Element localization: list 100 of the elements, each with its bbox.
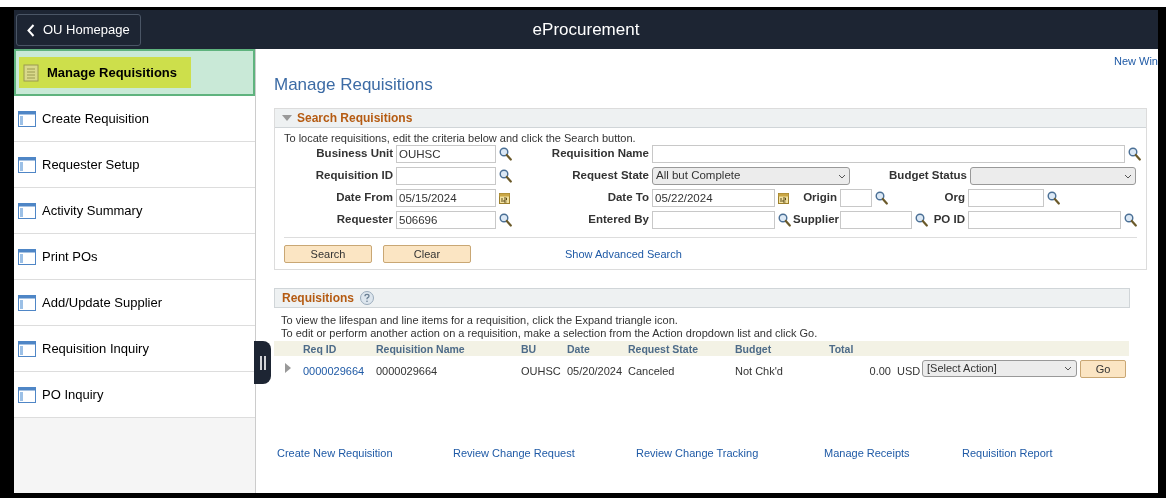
go-button[interactable]: Go [1080, 360, 1126, 378]
sidebar-label: PO Inquiry [42, 385, 104, 404]
triangle-down-icon [282, 114, 292, 122]
field-label: Org [943, 190, 966, 206]
calendar-icon[interactable] [499, 192, 510, 204]
instructions-text: To view the lifespan and line items for a requisition, click the Expand triangle icon. [281, 314, 679, 327]
field-label: Requester [335, 212, 394, 228]
section-header: Requisitions [274, 288, 1130, 308]
sidebar-item[interactable]: Manage Requisitions [14, 49, 255, 96]
sidebar-label: Create Requisition [42, 109, 149, 128]
collapse-handle[interactable] [254, 341, 271, 384]
footer-link[interactable]: Requisition Report [962, 445, 1082, 462]
date-field[interactable]: 05/22/2024 [652, 189, 775, 207]
column-header: Budget [735, 342, 772, 357]
search-button[interactable]: Search [284, 245, 372, 263]
input-field[interactable] [840, 189, 872, 207]
table-cell-text: USD [897, 364, 921, 379]
back-button[interactable]: OU Homepage [16, 14, 141, 46]
field-label: Date To [606, 190, 650, 206]
section-header[interactable]: Search Requisitions [275, 109, 1146, 128]
field-label: PO ID [932, 212, 966, 228]
column-header: Total [829, 342, 854, 357]
table-cell-text: 05/20/2024 [567, 364, 623, 379]
table-cell-text: Canceled [628, 364, 675, 379]
column-header: Req ID [303, 342, 337, 357]
highlighted-label: Manage Requisitions [19, 57, 192, 88]
window-icon [18, 340, 36, 357]
field-label: Date From [335, 190, 394, 206]
sidebar-item[interactable]: Activity Summary [14, 188, 255, 234]
footer-link[interactable]: Review Change Request [453, 445, 636, 462]
field-label: Budget Status [888, 168, 968, 184]
search-icon[interactable] [499, 169, 512, 183]
sidebar-item[interactable]: Requisition Inquiry [14, 326, 255, 372]
date-field[interactable]: 05/15/2024 [396, 189, 496, 207]
window-icon [18, 294, 36, 311]
sidebar-label: Activity Summary [42, 201, 143, 220]
column-header: Date [567, 342, 590, 357]
table-cell-text: Not Chk'd [735, 364, 783, 379]
page-title: Manage Requisitions [274, 74, 434, 96]
field-label: Business Unit [315, 146, 394, 162]
sidebar-item[interactable]: Add/Update Supplier [14, 280, 255, 326]
action-dropdown[interactable]: [Select Action] [922, 360, 1077, 377]
search-icon[interactable] [499, 147, 512, 161]
field-label: Requisition ID [314, 168, 394, 184]
sidebar-item[interactable]: Create Requisition [14, 96, 255, 142]
document-icon [23, 63, 39, 82]
input-field[interactable]: 506696 [396, 211, 496, 229]
sidebar-item[interactable]: Print POs [14, 234, 255, 280]
field-label: Origin [802, 190, 838, 206]
window-icon [18, 248, 36, 265]
input-field[interactable] [840, 211, 912, 229]
search-icon[interactable] [915, 213, 928, 227]
req-id-link[interactable]: 0000029664 [303, 363, 365, 380]
column-header: Requisition Name [376, 342, 465, 357]
sidebar-label: Requisition Inquiry [42, 339, 149, 358]
window-icon [18, 110, 36, 127]
sidebar-label: Requester Setup [42, 155, 140, 174]
footer-link[interactable]: Create New Requisition [277, 445, 453, 462]
chevron-left-icon [27, 23, 35, 37]
footer-link[interactable]: Review Change Tracking [636, 445, 824, 462]
caret-icon [1064, 366, 1072, 371]
search-icon[interactable] [778, 213, 791, 227]
input-field[interactable] [968, 189, 1044, 207]
caret-icon [1124, 173, 1132, 179]
new-window-link[interactable]: New Win [1114, 53, 1158, 70]
column-header: BU [521, 342, 537, 357]
footer-link[interactable]: Manage Receipts [824, 445, 962, 462]
table-cell-text: 0.00 [868, 364, 891, 379]
sidebar-label: Print POs [42, 247, 98, 266]
sidebar-item[interactable]: PO Inquiry [14, 372, 255, 418]
search-icon[interactable] [1047, 191, 1060, 205]
column-header: Request State [628, 342, 699, 357]
calendar-icon[interactable] [778, 192, 789, 204]
help-icon[interactable] [360, 291, 374, 305]
field-label: Entered By [587, 212, 650, 228]
table-cell-text: 0000029664 [376, 364, 438, 379]
sidebar-item[interactable]: Requester Setup [14, 142, 255, 188]
clear-button[interactable]: Clear [383, 245, 471, 263]
input-field[interactable] [652, 211, 775, 229]
instructions-text: To edit or perform another action on a requisition, make a selection from the Action dropdown list and click Go. [281, 327, 819, 340]
window-icon [18, 202, 36, 219]
input-field[interactable] [652, 145, 1125, 163]
search-icon[interactable] [1128, 147, 1141, 161]
caret-icon [838, 173, 846, 179]
input-field[interactable] [968, 211, 1121, 229]
search-icon[interactable] [1124, 213, 1137, 227]
input-field[interactable] [396, 167, 496, 185]
table-cell-text: OUHSC [521, 364, 561, 379]
app-title: eProcurement [532, 18, 640, 41]
window-icon [18, 156, 36, 173]
input-field[interactable]: OUHSC [396, 145, 496, 163]
triangle-right-icon[interactable] [285, 363, 291, 373]
search-icon[interactable] [499, 213, 512, 227]
sidebar-label: Add/Update Supplier [42, 293, 162, 312]
search-icon[interactable] [875, 191, 888, 205]
dropdown[interactable]: All but Complete [652, 167, 850, 185]
advanced-search-link[interactable]: Show Advanced Search [565, 245, 682, 263]
field-label: Request State [571, 168, 650, 184]
field-label: Requisition Name [550, 146, 650, 162]
pause-bars-icon [259, 355, 266, 370]
